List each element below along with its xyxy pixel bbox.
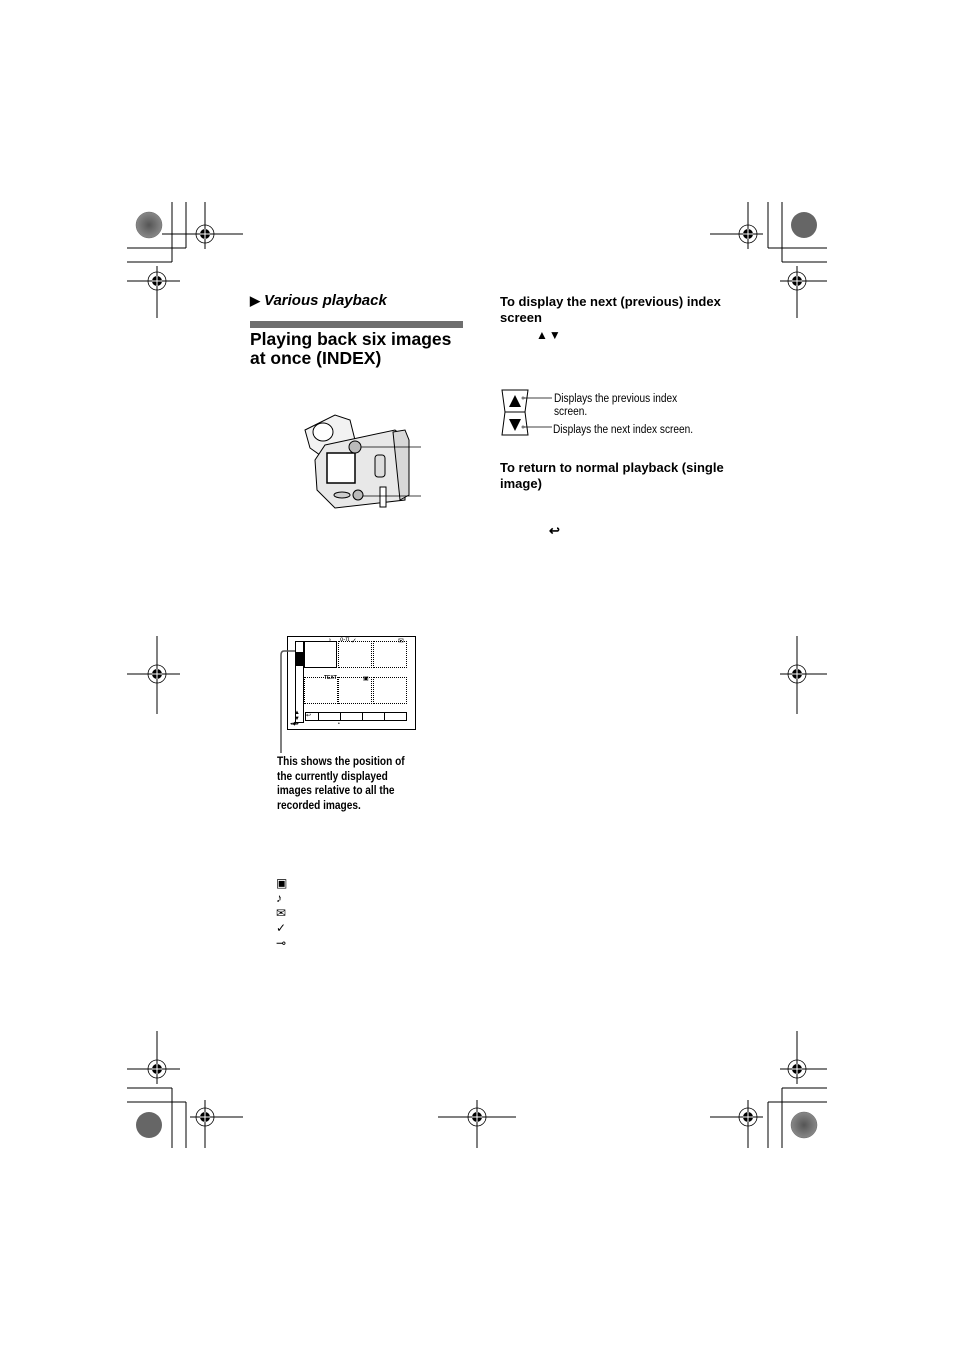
caption-callout-line <box>280 650 295 753</box>
thumbnail <box>373 641 407 668</box>
next-prev-heading: To display the next (previous) index scr… <box>500 294 721 325</box>
return-icon: ↩ <box>306 713 319 720</box>
position-indicator <box>296 652 303 666</box>
print-mark-icon: ✓ <box>276 921 287 935</box>
audio-icon: ♪ <box>328 637 332 644</box>
thumbnail <box>304 677 338 704</box>
print-mark-icon: ✓ <box>351 638 357 645</box>
thumbnail-selected <box>304 641 337 668</box>
email-icon: ✉ <box>398 638 404 645</box>
play-triangle-icon: ▶ <box>250 293 260 308</box>
camera-illustration <box>304 414 421 509</box>
down-button-description: Displays the next index screen. <box>553 424 694 436</box>
section-label: ▶ Various playback <box>250 292 387 309</box>
icon-legend: ▣ ♪ ✉ ✓ ⊸ <box>276 876 296 951</box>
thumbnail <box>373 677 407 704</box>
protect-key-icon: ⊸ <box>276 936 287 950</box>
text-label: TEXT <box>324 675 337 681</box>
registration-marks <box>127 202 827 1148</box>
email-icon: ✉ <box>276 906 287 920</box>
color-target-bottom-left <box>136 1112 162 1138</box>
registration-target <box>127 202 827 1148</box>
color-target-top-right <box>791 212 817 238</box>
audio-icon: ♪ <box>276 891 282 905</box>
color-target-top-left <box>135 211 163 239</box>
up-down-arrows-icon: ▲▼ <box>536 328 562 342</box>
index-screen-illustration: ▲ ▼ ◂◆▸ ♪ o-π ✓ ✉ TEXT ▣ ↩ • <box>287 636 416 730</box>
return-icon: ↩ <box>549 523 560 538</box>
section-label-text: Various playback <box>264 292 387 309</box>
section-rule <box>250 321 463 328</box>
color-target-bottom-right <box>790 1111 818 1139</box>
page-title: Playing back six images at once (INDEX) <box>250 329 452 368</box>
thumbnail <box>338 641 372 668</box>
position-caption: This shows the position of the currently… <box>277 756 405 812</box>
protect-key-icon: o-π <box>340 637 350 643</box>
dot-marker: • <box>338 721 340 727</box>
up-button-description: Displays the previous index screen. <box>554 393 678 418</box>
up-down-button-diagram <box>501 389 552 436</box>
bottom-menu-bar: ↩ <box>305 712 407 721</box>
return-heading: To return to normal playback (single ima… <box>500 460 724 491</box>
movie-icon: ▣ <box>363 676 369 682</box>
movie-icon: ▣ <box>276 876 288 890</box>
